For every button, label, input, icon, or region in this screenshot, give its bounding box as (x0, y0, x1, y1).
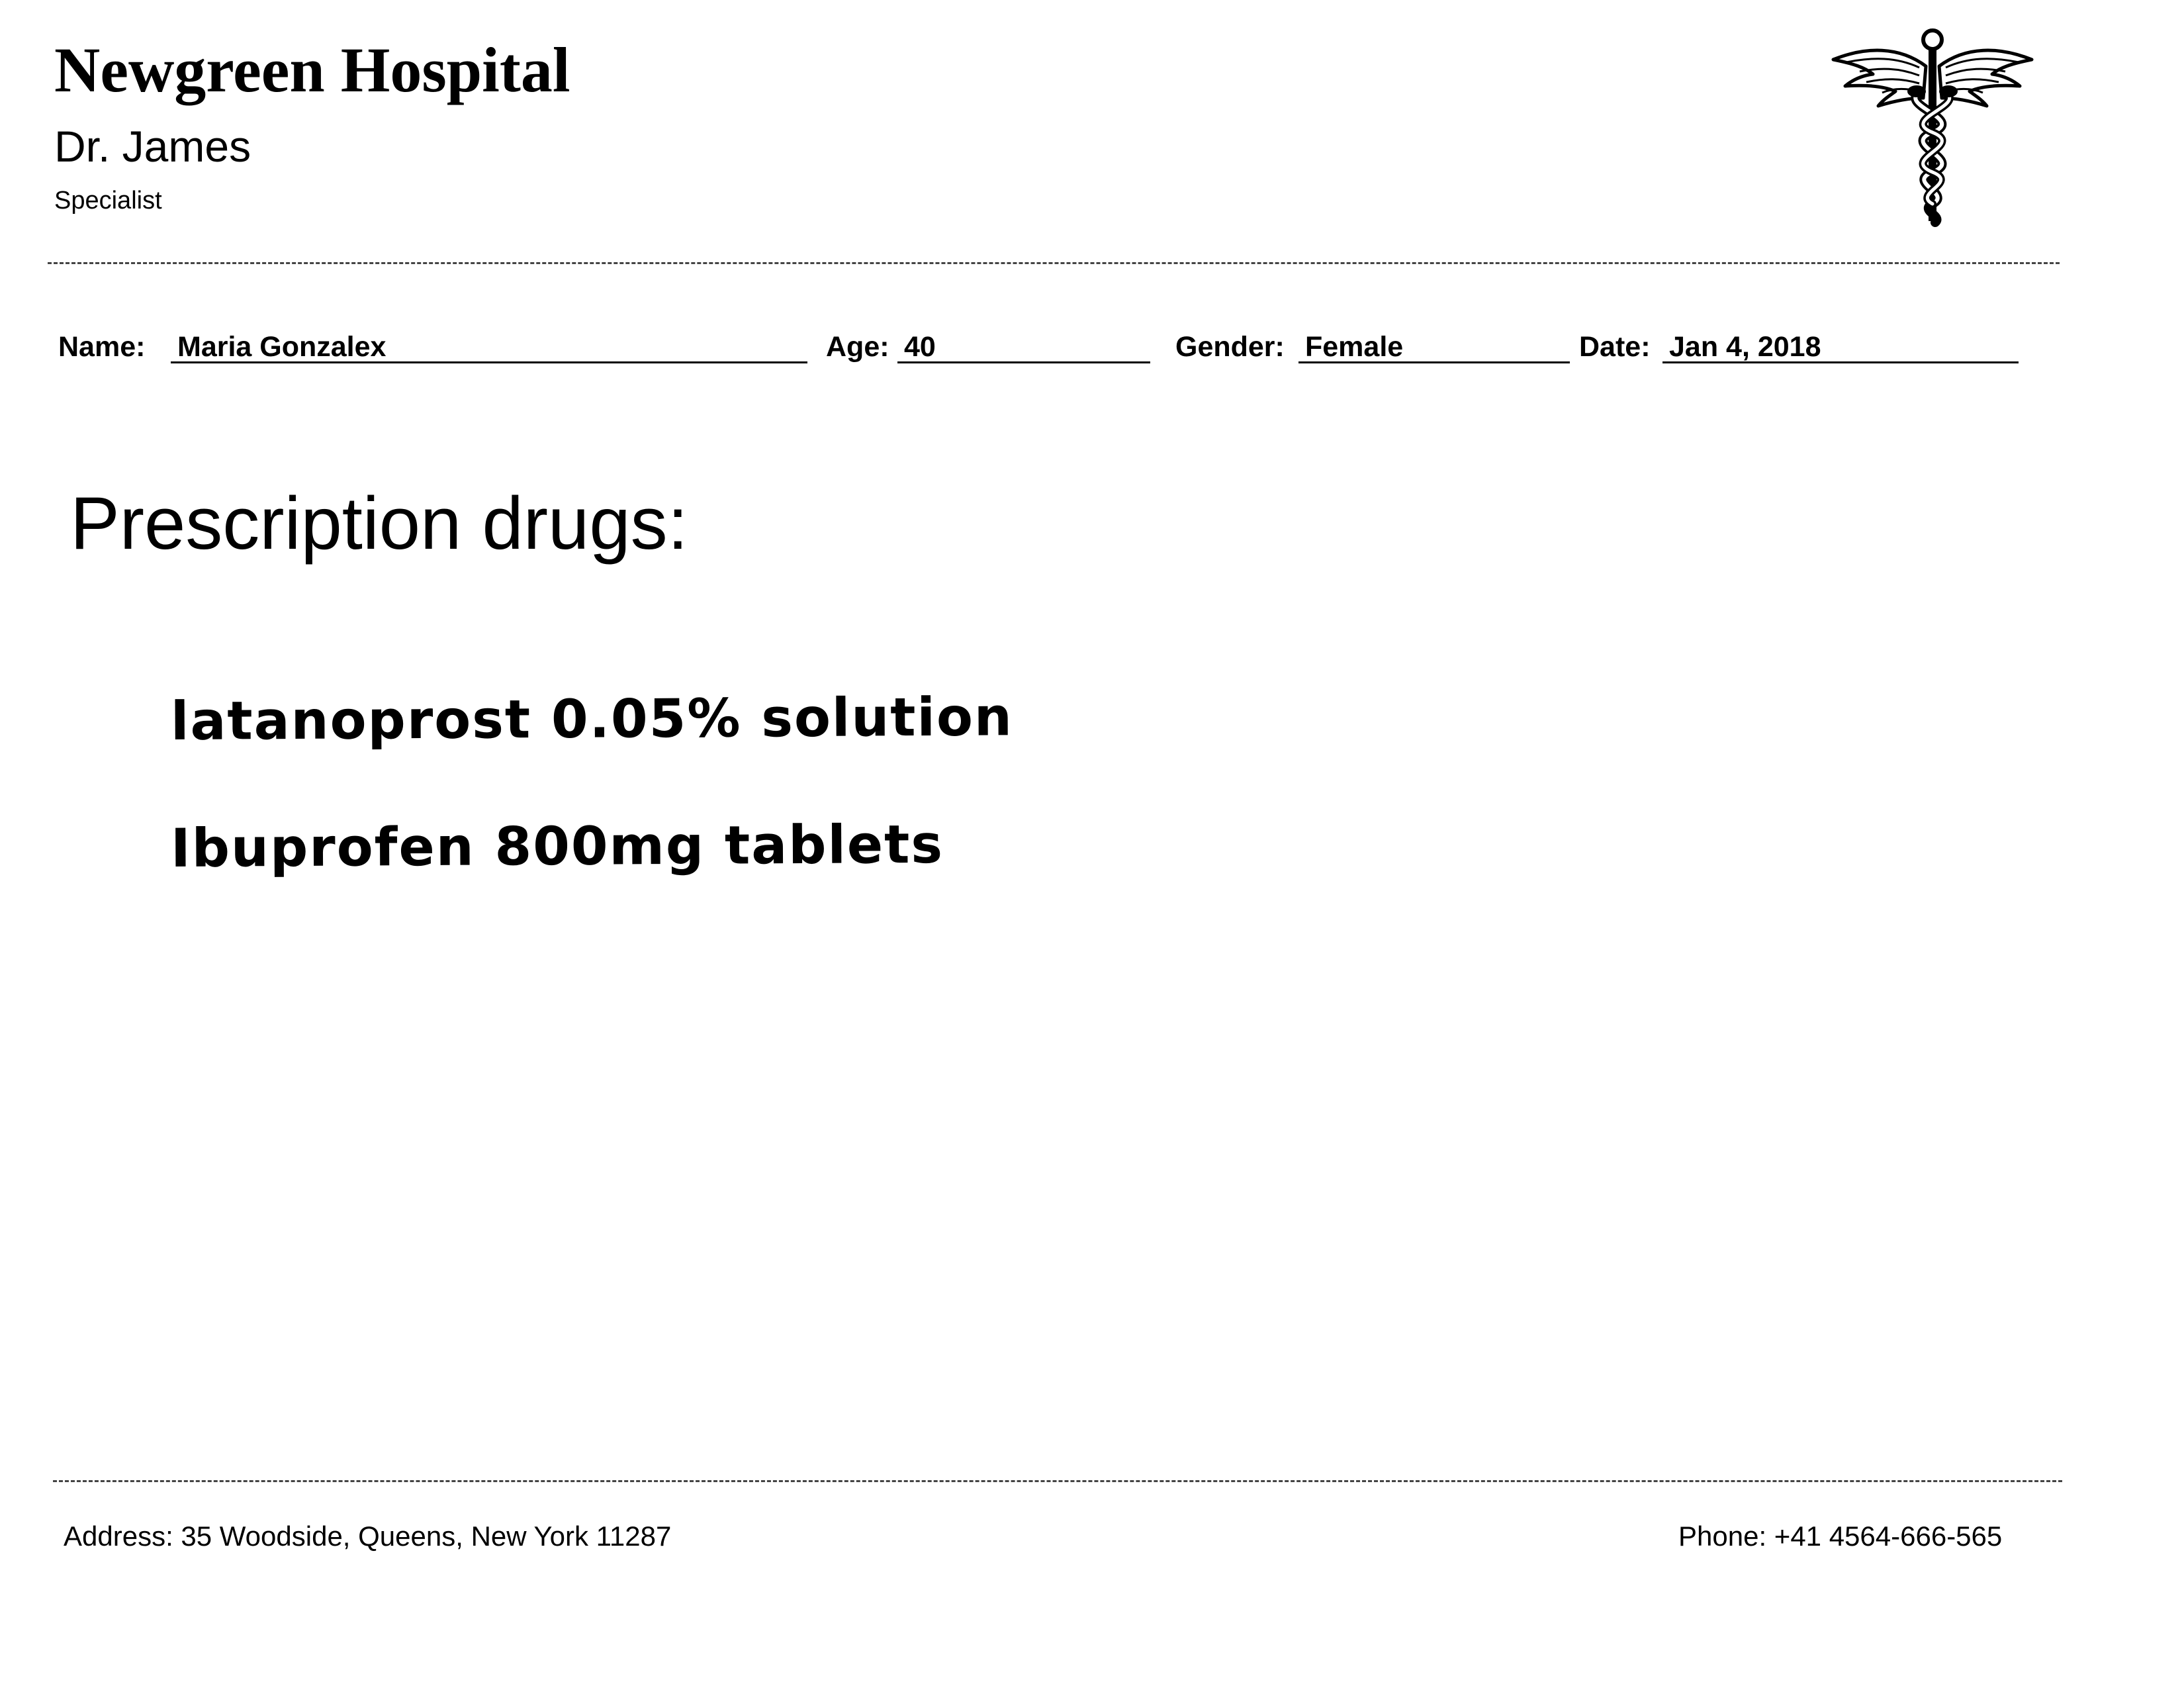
prescription-heading: Prescription drugs: (70, 482, 688, 565)
caduceus-icon (1827, 20, 2038, 232)
name-label: Name: (58, 331, 146, 363)
header-divider (48, 262, 2060, 264)
age-field[interactable]: 40 (897, 333, 1150, 363)
date-field[interactable]: Jan 4, 2018 (1662, 333, 2019, 363)
doctor-title: Specialist (54, 187, 162, 214)
age-label: Age: (826, 331, 889, 363)
prescription-item: latanoprost 0.05% solution (170, 686, 1014, 752)
date-label: Date: (1579, 331, 1651, 363)
gender-label: Gender: (1175, 331, 1285, 363)
doctor-name: Dr. James (54, 122, 251, 171)
footer-phone: Phone: +41 4564-666-565 (1678, 1521, 2003, 1552)
footer-address: Address: 35 Woodside, Queens, New York 1… (64, 1521, 672, 1552)
hospital-name: Newgreen Hospital (54, 34, 570, 105)
prescription-item: Ibuprofen 800mg tablets (170, 813, 944, 879)
footer-divider (53, 1480, 2062, 1482)
gender-field[interactable]: Female (1298, 333, 1570, 363)
name-field[interactable]: Maria Gonzalex (171, 333, 807, 363)
